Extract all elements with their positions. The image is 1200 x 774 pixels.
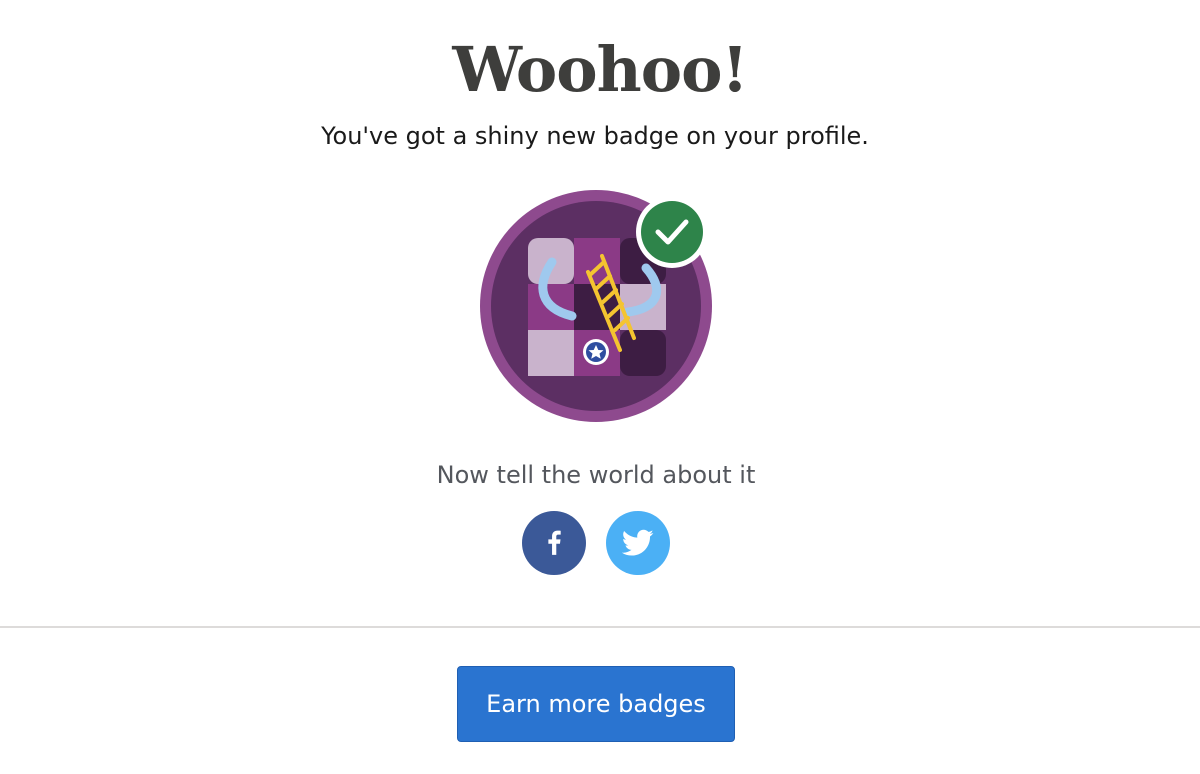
social-share-buttons bbox=[522, 511, 670, 575]
check-icon bbox=[641, 201, 703, 263]
facebook-icon bbox=[548, 530, 561, 555]
badge-image bbox=[480, 190, 720, 430]
share-prompt: Now tell the world about it bbox=[436, 461, 756, 489]
twitter-share-button[interactable] bbox=[606, 511, 670, 575]
divider bbox=[0, 626, 1200, 628]
badge-earned-modal: Woohoo! You've got a shiny new badge on … bbox=[0, 0, 1200, 774]
ladder-game-badge-icon bbox=[480, 190, 712, 422]
twitter-icon bbox=[622, 529, 654, 556]
facebook-share-button[interactable] bbox=[522, 511, 586, 575]
page-title: Woohoo! bbox=[452, 33, 748, 106]
subtitle: You've got a shiny new badge on your pro… bbox=[321, 122, 869, 150]
earn-more-badges-button[interactable]: Earn more badges bbox=[457, 666, 735, 742]
